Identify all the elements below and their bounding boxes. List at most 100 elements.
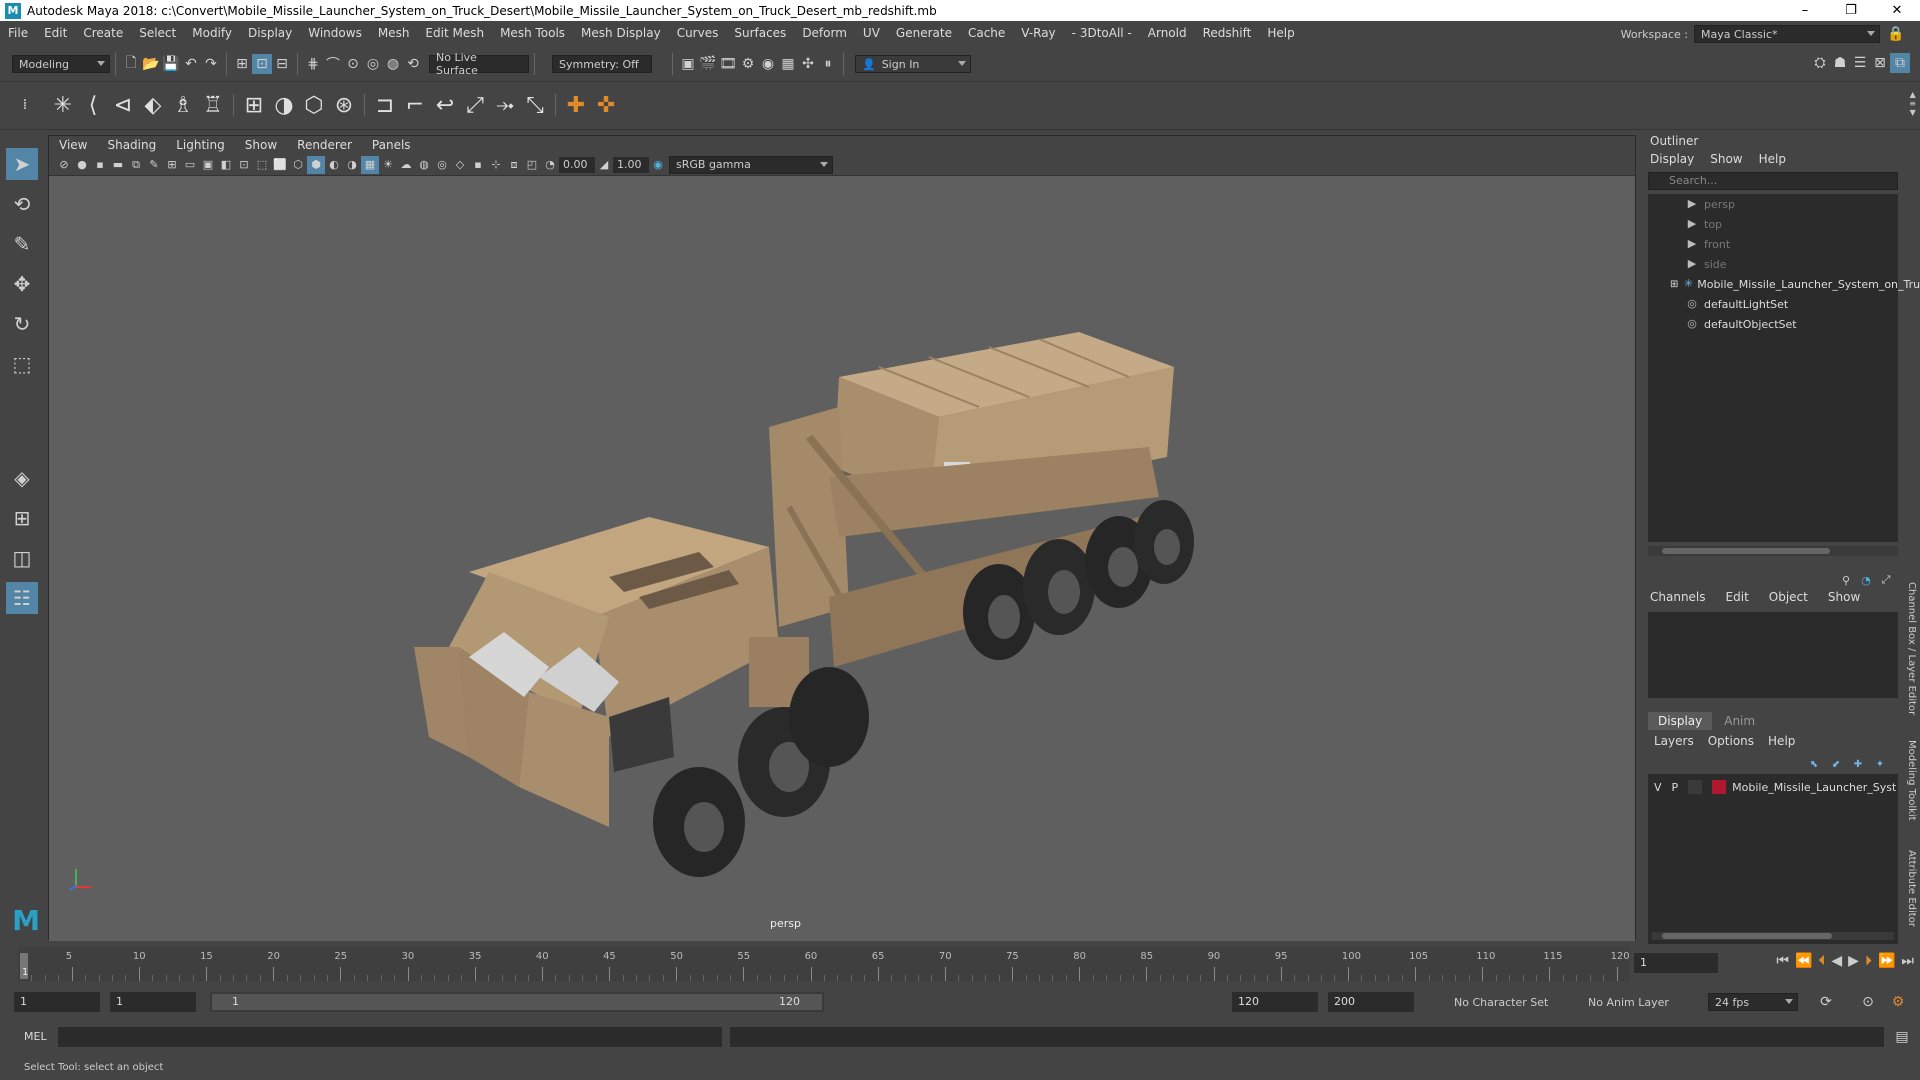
- layer-visibility-toggle[interactable]: V: [1654, 781, 1662, 794]
- symmetry-dropdown[interactable]: Symmetry: Off: [552, 55, 652, 73]
- layers-menu[interactable]: Layers: [1654, 734, 1694, 748]
- cluster-icon[interactable]: ⊛: [329, 90, 359, 120]
- select-camera-icon[interactable]: ⊘: [55, 156, 73, 174]
- render-view-icon[interactable]: ▣: [678, 54, 698, 74]
- multisample-icon[interactable]: ⧈: [505, 156, 523, 174]
- channels-menu[interactable]: Channels: [1650, 590, 1706, 604]
- play-backwards-icon[interactable]: ◀: [1831, 953, 1842, 969]
- outliner-menu-display[interactable]: Display: [1650, 152, 1694, 166]
- ik-spline-icon[interactable]: ⊲: [108, 90, 138, 120]
- auto-key-icon[interactable]: ⊙: [1858, 992, 1878, 1012]
- constraint-point-icon[interactable]: ⌐: [400, 90, 430, 120]
- step-back-key-icon[interactable]: ⏴: [1818, 953, 1825, 969]
- move-layer-down-icon[interactable]: ⬋: [1828, 756, 1844, 772]
- select-hierarchy-icon[interactable]: ⊞: [232, 54, 252, 74]
- exposure-field[interactable]: 0.00: [559, 156, 595, 173]
- channel-box-expand-icon[interactable]: ⤢: [1878, 572, 1894, 588]
- outliner-search-input[interactable]: Search...: [1648, 172, 1898, 190]
- wireframe-on-shaded-icon[interactable]: ▦: [361, 155, 379, 174]
- motion-blur-icon[interactable]: ▪: [469, 156, 487, 174]
- current-frame-field[interactable]: 1: [1634, 953, 1718, 973]
- constraint-pole-icon[interactable]: ⤡: [520, 90, 550, 120]
- loop-icon[interactable]: ⟳: [1816, 992, 1836, 1012]
- go-to-end-icon[interactable]: ⏭: [1901, 953, 1914, 969]
- four-view-layout-icon[interactable]: ⊞: [6, 502, 38, 534]
- playback-start-field[interactable]: 1: [110, 992, 196, 1012]
- outliner-layout-icon[interactable]: ☷: [6, 582, 38, 614]
- render-settings-icon[interactable]: ⚙: [738, 54, 758, 74]
- snap-curve-icon[interactable]: ⌒: [323, 54, 343, 74]
- menu-deform[interactable]: Deform: [794, 26, 855, 40]
- panel-menu-show[interactable]: Show: [235, 138, 287, 152]
- menu-edit-mesh[interactable]: Edit Mesh: [417, 26, 492, 40]
- menu-3dtoall[interactable]: - 3DtoAll -: [1064, 26, 1140, 40]
- layer-color-swatch[interactable]: [1712, 780, 1727, 794]
- gamma-icon[interactable]: ◢: [595, 156, 613, 174]
- tab-attribute-editor[interactable]: Attribute Editor: [1906, 850, 1917, 927]
- panel-menu-panels[interactable]: Panels: [362, 138, 421, 152]
- workspace-dropdown[interactable]: Maya Classic*: [1694, 25, 1880, 43]
- mode-dropdown[interactable]: Modeling: [12, 55, 110, 73]
- menu-generate[interactable]: Generate: [888, 26, 960, 40]
- ipr-render-icon[interactable]: 🎞: [718, 54, 738, 74]
- snap-point-icon[interactable]: ⊙: [343, 54, 363, 74]
- end-frame-field[interactable]: 200: [1328, 992, 1414, 1012]
- quick-rig-icon[interactable]: ♖: [198, 90, 228, 120]
- tab-channel-box-layer-editor[interactable]: Channel Box / Layer Editor: [1906, 582, 1917, 715]
- menu-modify[interactable]: Modify: [184, 26, 240, 40]
- textured-icon[interactable]: ◑: [343, 156, 361, 174]
- play-forwards-icon[interactable]: ▶: [1848, 953, 1859, 969]
- smooth-bind-icon[interactable]: ◑: [269, 90, 299, 120]
- expand-icon[interactable]: ⊞: [1670, 279, 1678, 290]
- ik-handle-icon[interactable]: ⟨: [78, 90, 108, 120]
- new-scene-icon[interactable]: 🗋: [121, 54, 141, 74]
- maximize-button[interactable]: ❐: [1828, 0, 1874, 21]
- menu-display[interactable]: Display: [240, 26, 300, 40]
- minimize-button[interactable]: –: [1782, 0, 1828, 21]
- color-space-dropdown[interactable]: sRGB gamma: [669, 155, 833, 174]
- channel-box-pin-icon[interactable]: ⚲: [1838, 572, 1854, 588]
- shelf-settings-icon[interactable]: ⁞: [18, 90, 32, 120]
- outliner-item-truck-group[interactable]: ⊞ ✳ Mobile_Missile_Launcher_System_on_Tru: [1648, 274, 1920, 294]
- menu-mesh-display[interactable]: Mesh Display: [573, 26, 669, 40]
- outliner-item-front[interactable]: ▶ front: [1648, 234, 1898, 254]
- panel-menu-view[interactable]: View: [49, 138, 97, 152]
- snap-grid-icon[interactable]: ⋕: [303, 54, 323, 74]
- smooth-shade-icon[interactable]: ⬢: [307, 155, 325, 174]
- undo-icon[interactable]: ↶: [181, 54, 201, 74]
- move-tool-icon[interactable]: ✥: [6, 268, 38, 300]
- live-surface-field[interactable]: No Live Surface: [429, 51, 529, 77]
- resolution-gate-icon[interactable]: ▣: [199, 156, 217, 174]
- gate-mask-icon[interactable]: ◧: [217, 156, 235, 174]
- ambient-occlusion-icon[interactable]: ◇: [451, 156, 469, 174]
- 3d-viewport[interactable]: [49, 177, 1635, 941]
- exposure-icon[interactable]: ◔: [541, 156, 559, 174]
- mel-label[interactable]: MEL: [24, 1030, 47, 1043]
- outliner-item-default-object-set[interactable]: ◎ defaultObjectSet: [1648, 314, 1898, 334]
- humanik-icon[interactable]: ♗: [168, 90, 198, 120]
- hypershade-icon[interactable]: ◉: [758, 54, 778, 74]
- timeline-ruler[interactable]: 1 5 10 15 20 25 30 35 40 45 50 55 60 65 70 75 80 85 90 95 1…: [18, 947, 1630, 981]
- wireframe-icon[interactable]: ⬡: [289, 156, 307, 174]
- select-component-icon[interactable]: ⊟: [272, 54, 292, 74]
- attribute-editor-icon[interactable]: ☰: [1850, 53, 1870, 73]
- scale-tool-icon[interactable]: ⬚: [6, 348, 38, 380]
- outliner-hscrollbar[interactable]: [1648, 546, 1898, 556]
- range-bar[interactable]: 1 120: [210, 992, 824, 1012]
- script-editor-icon[interactable]: ▤: [1892, 1027, 1912, 1047]
- select-object-icon[interactable]: ⊡: [252, 54, 272, 74]
- constraint-scale-icon[interactable]: ⤢: [460, 90, 490, 120]
- menu-arnold[interactable]: Arnold: [1140, 26, 1195, 40]
- camera-attributes-icon[interactable]: ●: [73, 156, 91, 174]
- snap-live-icon[interactable]: ⟲: [403, 54, 423, 74]
- open-scene-icon[interactable]: 📂: [141, 54, 161, 74]
- render-frame-icon[interactable]: 🎬: [698, 54, 718, 74]
- xray-joints-icon[interactable]: ◎: [433, 156, 451, 174]
- step-back-icon[interactable]: ⏪: [1795, 953, 1812, 969]
- character-controls-icon[interactable]: ☗: [1830, 53, 1850, 73]
- depth-of-field-icon[interactable]: ◰: [523, 156, 541, 174]
- color-management-icon[interactable]: ◉: [649, 156, 667, 174]
- layer-type-toggle[interactable]: [1688, 780, 1703, 794]
- menu-curves[interactable]: Curves: [669, 26, 727, 40]
- mel-command-input[interactable]: [58, 1027, 722, 1047]
